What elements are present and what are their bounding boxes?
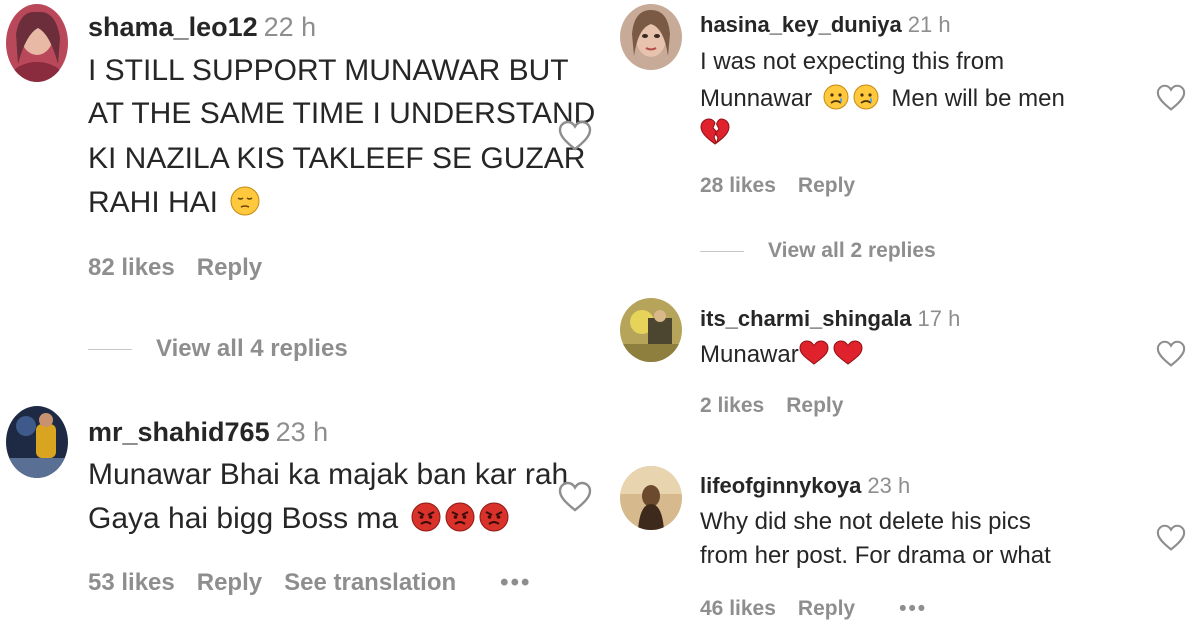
like-heart-icon[interactable] xyxy=(1156,340,1186,368)
more-options-icon[interactable]: ••• xyxy=(899,597,927,621)
comment-meta-row: 82 likes Reply xyxy=(88,254,284,282)
username-link[interactable]: its_charmi_shingala xyxy=(700,306,912,331)
comment-text-line: AT THE SAME TIME I UNDERSTAND xyxy=(88,97,596,130)
replies-divider xyxy=(88,349,132,351)
like-heart-icon[interactable] xyxy=(1156,84,1186,112)
broken-heart-icon xyxy=(700,118,730,146)
username-link[interactable]: lifeofginnykoya xyxy=(700,473,861,498)
avatar[interactable] xyxy=(6,4,68,82)
crying-face-icon xyxy=(823,84,849,110)
comment-meta-row: 46 likes Reply ••• xyxy=(700,597,949,621)
pensive-face-icon xyxy=(230,186,260,216)
avatar[interactable] xyxy=(620,4,682,70)
replies-divider xyxy=(700,250,744,252)
reply-button[interactable]: Reply xyxy=(798,174,855,198)
like-heart-icon[interactable] xyxy=(558,120,592,152)
comment-timestamp: 21 h xyxy=(907,12,951,37)
username-link[interactable]: shama_leo12 xyxy=(88,12,258,42)
comment-meta-row: 2 likes Reply xyxy=(700,394,865,418)
comment-text-line: from her post. For drama or what xyxy=(700,542,1051,569)
comment-meta-row: 28 likes Reply xyxy=(700,174,877,198)
reply-button[interactable]: Reply xyxy=(786,394,843,418)
likes-count[interactable]: 82 likes xyxy=(88,254,175,282)
reply-button[interactable]: Reply xyxy=(197,569,262,597)
comment-text-line: I STILL SUPPORT MUNAWAR BUT xyxy=(88,54,569,87)
view-replies-label: View all 4 replies xyxy=(156,335,348,362)
comment-header: shama_leo12 22 h xyxy=(88,12,316,43)
likes-count[interactable]: 28 likes xyxy=(700,174,776,198)
likes-count[interactable]: 2 likes xyxy=(700,394,764,418)
red-heart-icon xyxy=(833,340,863,366)
angry-face-icon xyxy=(479,502,509,532)
comment-text-line-with-emoji: Munnawar Men will be men xyxy=(700,84,1065,113)
comment-text-line: Munawar Bhai ka majak ban kar rah xyxy=(88,458,569,491)
reply-button[interactable]: Reply xyxy=(197,254,262,282)
comment-text: Men will be men xyxy=(891,85,1065,112)
comment-text-line: I was not expecting this from xyxy=(700,48,1005,75)
angry-face-icon xyxy=(445,502,475,532)
reply-button[interactable]: Reply xyxy=(798,597,855,621)
comment-timestamp: 22 h xyxy=(263,12,317,42)
likes-count[interactable]: 53 likes xyxy=(88,569,175,597)
crying-face-icon xyxy=(853,84,879,110)
comment-text-line-with-emoji: Gaya hai bigg Boss ma xyxy=(88,502,509,536)
avatar[interactable] xyxy=(620,466,682,530)
comment-text-line: Why did she not delete his pics xyxy=(700,508,1031,535)
avatar[interactable] xyxy=(6,406,68,478)
username-link[interactable]: hasina_key_duniya xyxy=(700,12,902,37)
comment-text: Gaya hai bigg Boss ma xyxy=(88,502,399,535)
comment-text-line-emoji-only xyxy=(700,118,730,149)
comment-text: RAHI HAI xyxy=(88,186,219,219)
comment-timestamp: 23 h xyxy=(867,473,911,498)
like-heart-icon[interactable] xyxy=(558,481,592,513)
comment-header: hasina_key_duniya 21 h xyxy=(700,12,951,38)
see-translation-button[interactable]: See translation xyxy=(284,569,456,597)
avatar[interactable] xyxy=(620,298,682,362)
comment-text: Munnawar xyxy=(700,85,813,112)
red-heart-icon xyxy=(799,340,829,366)
comment-header: lifeofginnykoya 23 h xyxy=(700,473,910,499)
comment-header: mr_shahid765 23 h xyxy=(88,417,328,448)
comment-timestamp: 17 h xyxy=(917,306,961,331)
view-replies-button[interactable]: View all 4 replies xyxy=(88,335,348,363)
comment-text-line-with-emoji: Munawar xyxy=(700,340,863,369)
comment-timestamp: 23 h xyxy=(275,417,329,447)
username-link[interactable]: mr_shahid765 xyxy=(88,417,270,447)
view-replies-label: View all 2 replies xyxy=(768,239,936,262)
comment-meta-row: 53 likes Reply See translation ••• xyxy=(88,569,553,597)
view-replies-button[interactable]: View all 2 replies xyxy=(700,239,936,263)
more-options-icon[interactable]: ••• xyxy=(500,569,531,597)
comment-text: Munawar xyxy=(700,341,799,368)
likes-count[interactable]: 46 likes xyxy=(700,597,776,621)
like-heart-icon[interactable] xyxy=(1156,524,1186,552)
angry-face-icon xyxy=(411,502,441,532)
comment-text-line-with-emoji: RAHI HAI xyxy=(88,186,260,220)
comment-text-line: KI NAZILA KIS TAKLEEF SE GUZAR xyxy=(88,142,586,175)
comment-header: its_charmi_shingala 17 h xyxy=(700,306,960,332)
